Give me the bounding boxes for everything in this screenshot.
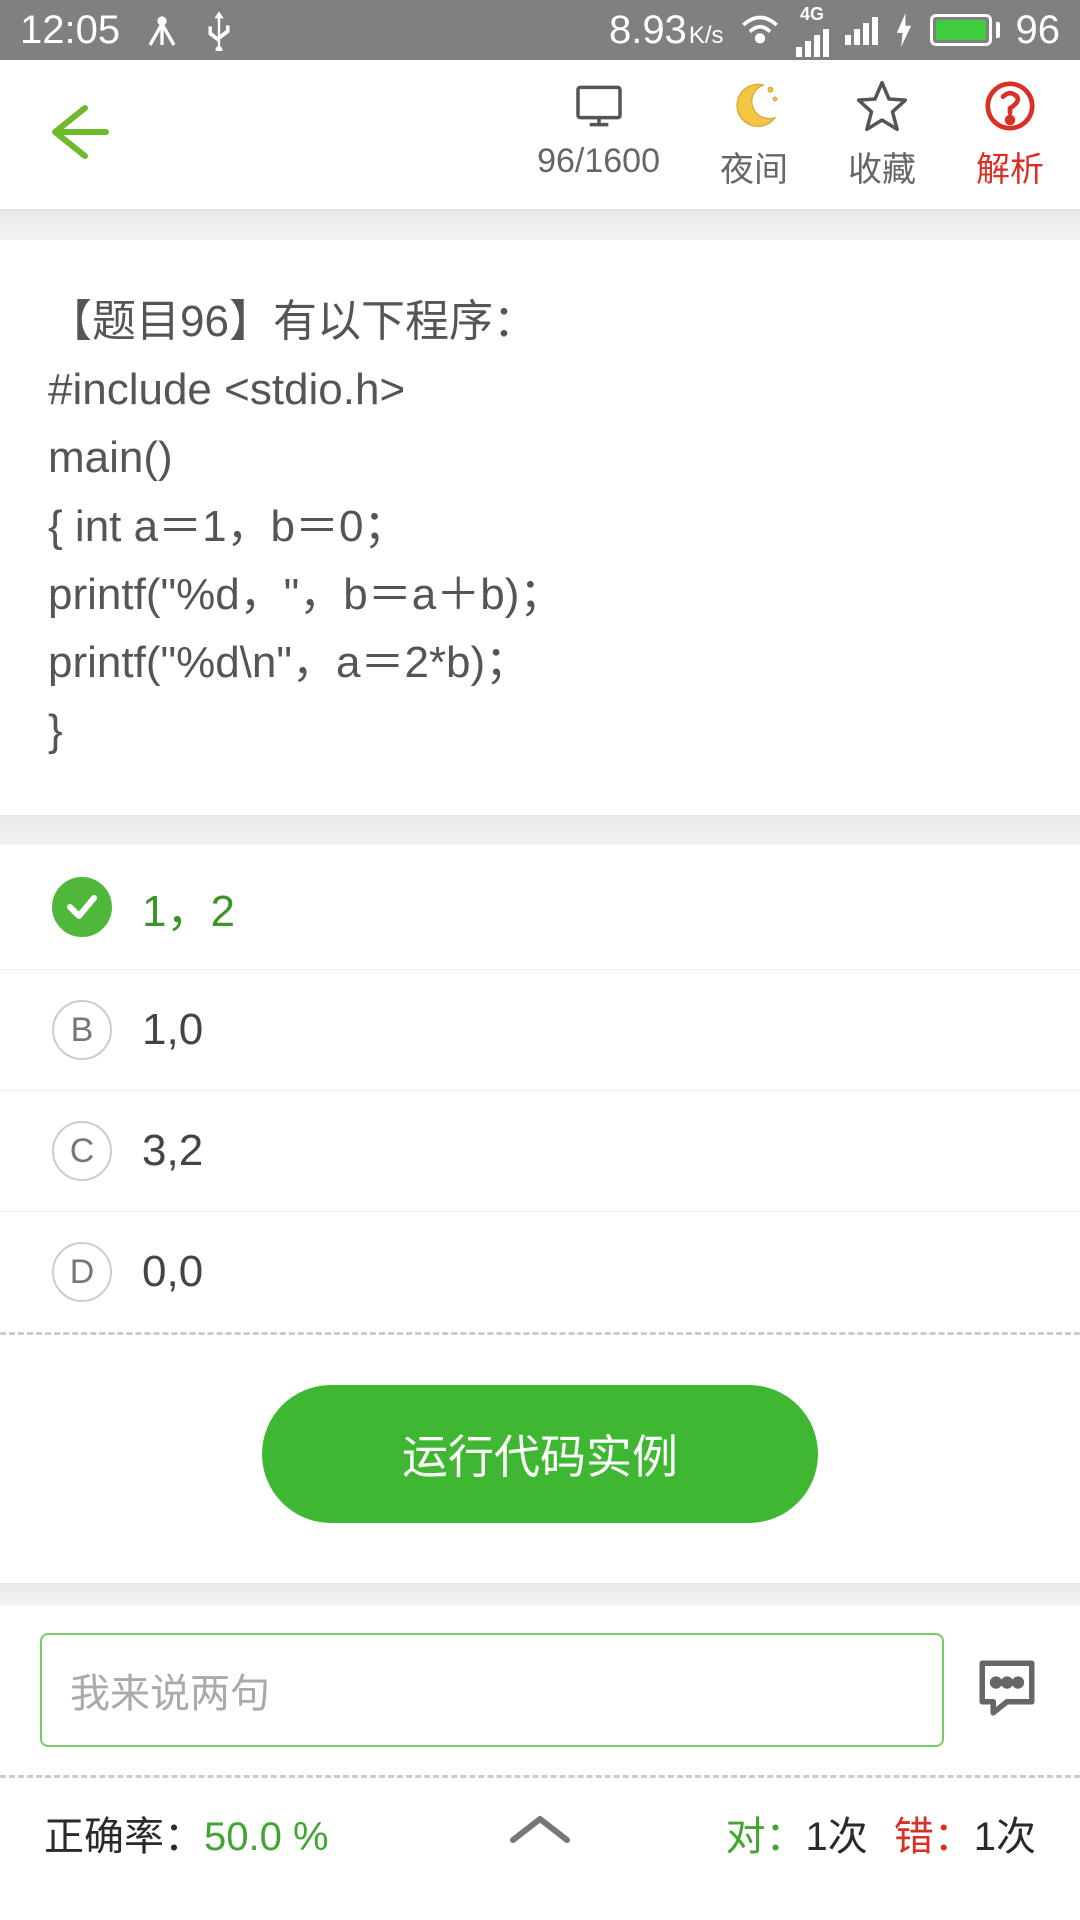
status-time: 12:05: [20, 8, 120, 53]
charging-icon: [894, 13, 914, 47]
question-line: printf("%d，"，b＝a＋b)；: [48, 561, 1032, 629]
toolbar-night[interactable]: 夜间: [720, 78, 788, 191]
toolbar: 96/1600 夜间 收藏 解析: [0, 60, 1080, 210]
option-text: 1，2: [142, 875, 235, 939]
check-icon: [52, 877, 112, 937]
right-value: 1次: [806, 1815, 868, 1859]
question-line: }: [48, 697, 1032, 765]
comment-input[interactable]: 我来说两句: [40, 1633, 944, 1747]
option-letter: B: [52, 1000, 112, 1060]
options-list: 1，2 B 1,0 C 3,2 D 0,0: [0, 845, 1080, 1335]
chevron-up-icon[interactable]: [504, 1810, 576, 1856]
favorite-label: 收藏: [848, 142, 916, 191]
separator: [0, 1583, 1080, 1605]
option-text: 3,2: [142, 1126, 203, 1176]
status-speed: 8.93K/s: [609, 8, 724, 53]
tripod-icon: [144, 12, 180, 48]
option-c[interactable]: C 3,2: [0, 1091, 1080, 1212]
option-b[interactable]: B 1,0: [0, 970, 1080, 1091]
option-letter: C: [52, 1121, 112, 1181]
wrong-value: 1次: [974, 1815, 1036, 1859]
option-text: 0,0: [142, 1247, 203, 1297]
question-line: { int a＝1，b＝0；: [48, 493, 1032, 561]
accuracy-value: 50.0 %: [204, 1815, 329, 1859]
wifi-icon: [740, 14, 780, 46]
counter-label: 96/1600: [537, 142, 660, 181]
option-letter: D: [52, 1242, 112, 1302]
run-code-button[interactable]: 运行代码实例: [262, 1385, 818, 1523]
toolbar-analysis[interactable]: 解析: [976, 78, 1044, 191]
back-button[interactable]: [40, 96, 112, 173]
run-section: 运行代码实例: [0, 1335, 1080, 1583]
question-line: printf("%d\n"，a＝2*b)；: [48, 629, 1032, 697]
question-line: main(): [48, 424, 1032, 492]
wrong-label: 错：: [894, 1815, 974, 1859]
option-a[interactable]: 1，2: [0, 845, 1080, 970]
question-line: 【题目96】有以下程序：: [48, 288, 1032, 356]
separator: [0, 815, 1080, 845]
accuracy-label: 正确率：: [44, 1815, 204, 1859]
toolbar-favorite[interactable]: 收藏: [848, 78, 916, 191]
signal-icon: [796, 27, 829, 57]
option-text: 1,0: [142, 1005, 203, 1055]
signal-icon-2: [845, 15, 878, 45]
night-label: 夜间: [720, 142, 788, 191]
stats-bar[interactable]: 正确率：50.0 % 对：1次 错：1次: [0, 1775, 1080, 1888]
option-d[interactable]: D 0,0: [0, 1212, 1080, 1335]
battery-icon: [930, 14, 1000, 46]
question-body: 【题目96】有以下程序： #include <stdio.h> main() {…: [0, 240, 1080, 815]
status-battery-pct: 96: [1016, 8, 1061, 53]
comment-section: 我来说两句: [0, 1605, 1080, 1775]
toolbar-counter[interactable]: 96/1600: [537, 78, 660, 191]
right-label: 对：: [726, 1815, 806, 1859]
comment-placeholder: 我来说两句: [70, 1672, 270, 1716]
usb-icon: [204, 9, 234, 51]
question-line: #include <stdio.h>: [48, 356, 1032, 424]
separator: [0, 210, 1080, 240]
analysis-label: 解析: [976, 142, 1044, 191]
status-bar: 12:05 8.93K/s 4G 96: [0, 0, 1080, 60]
comments-icon[interactable]: [974, 1655, 1040, 1726]
